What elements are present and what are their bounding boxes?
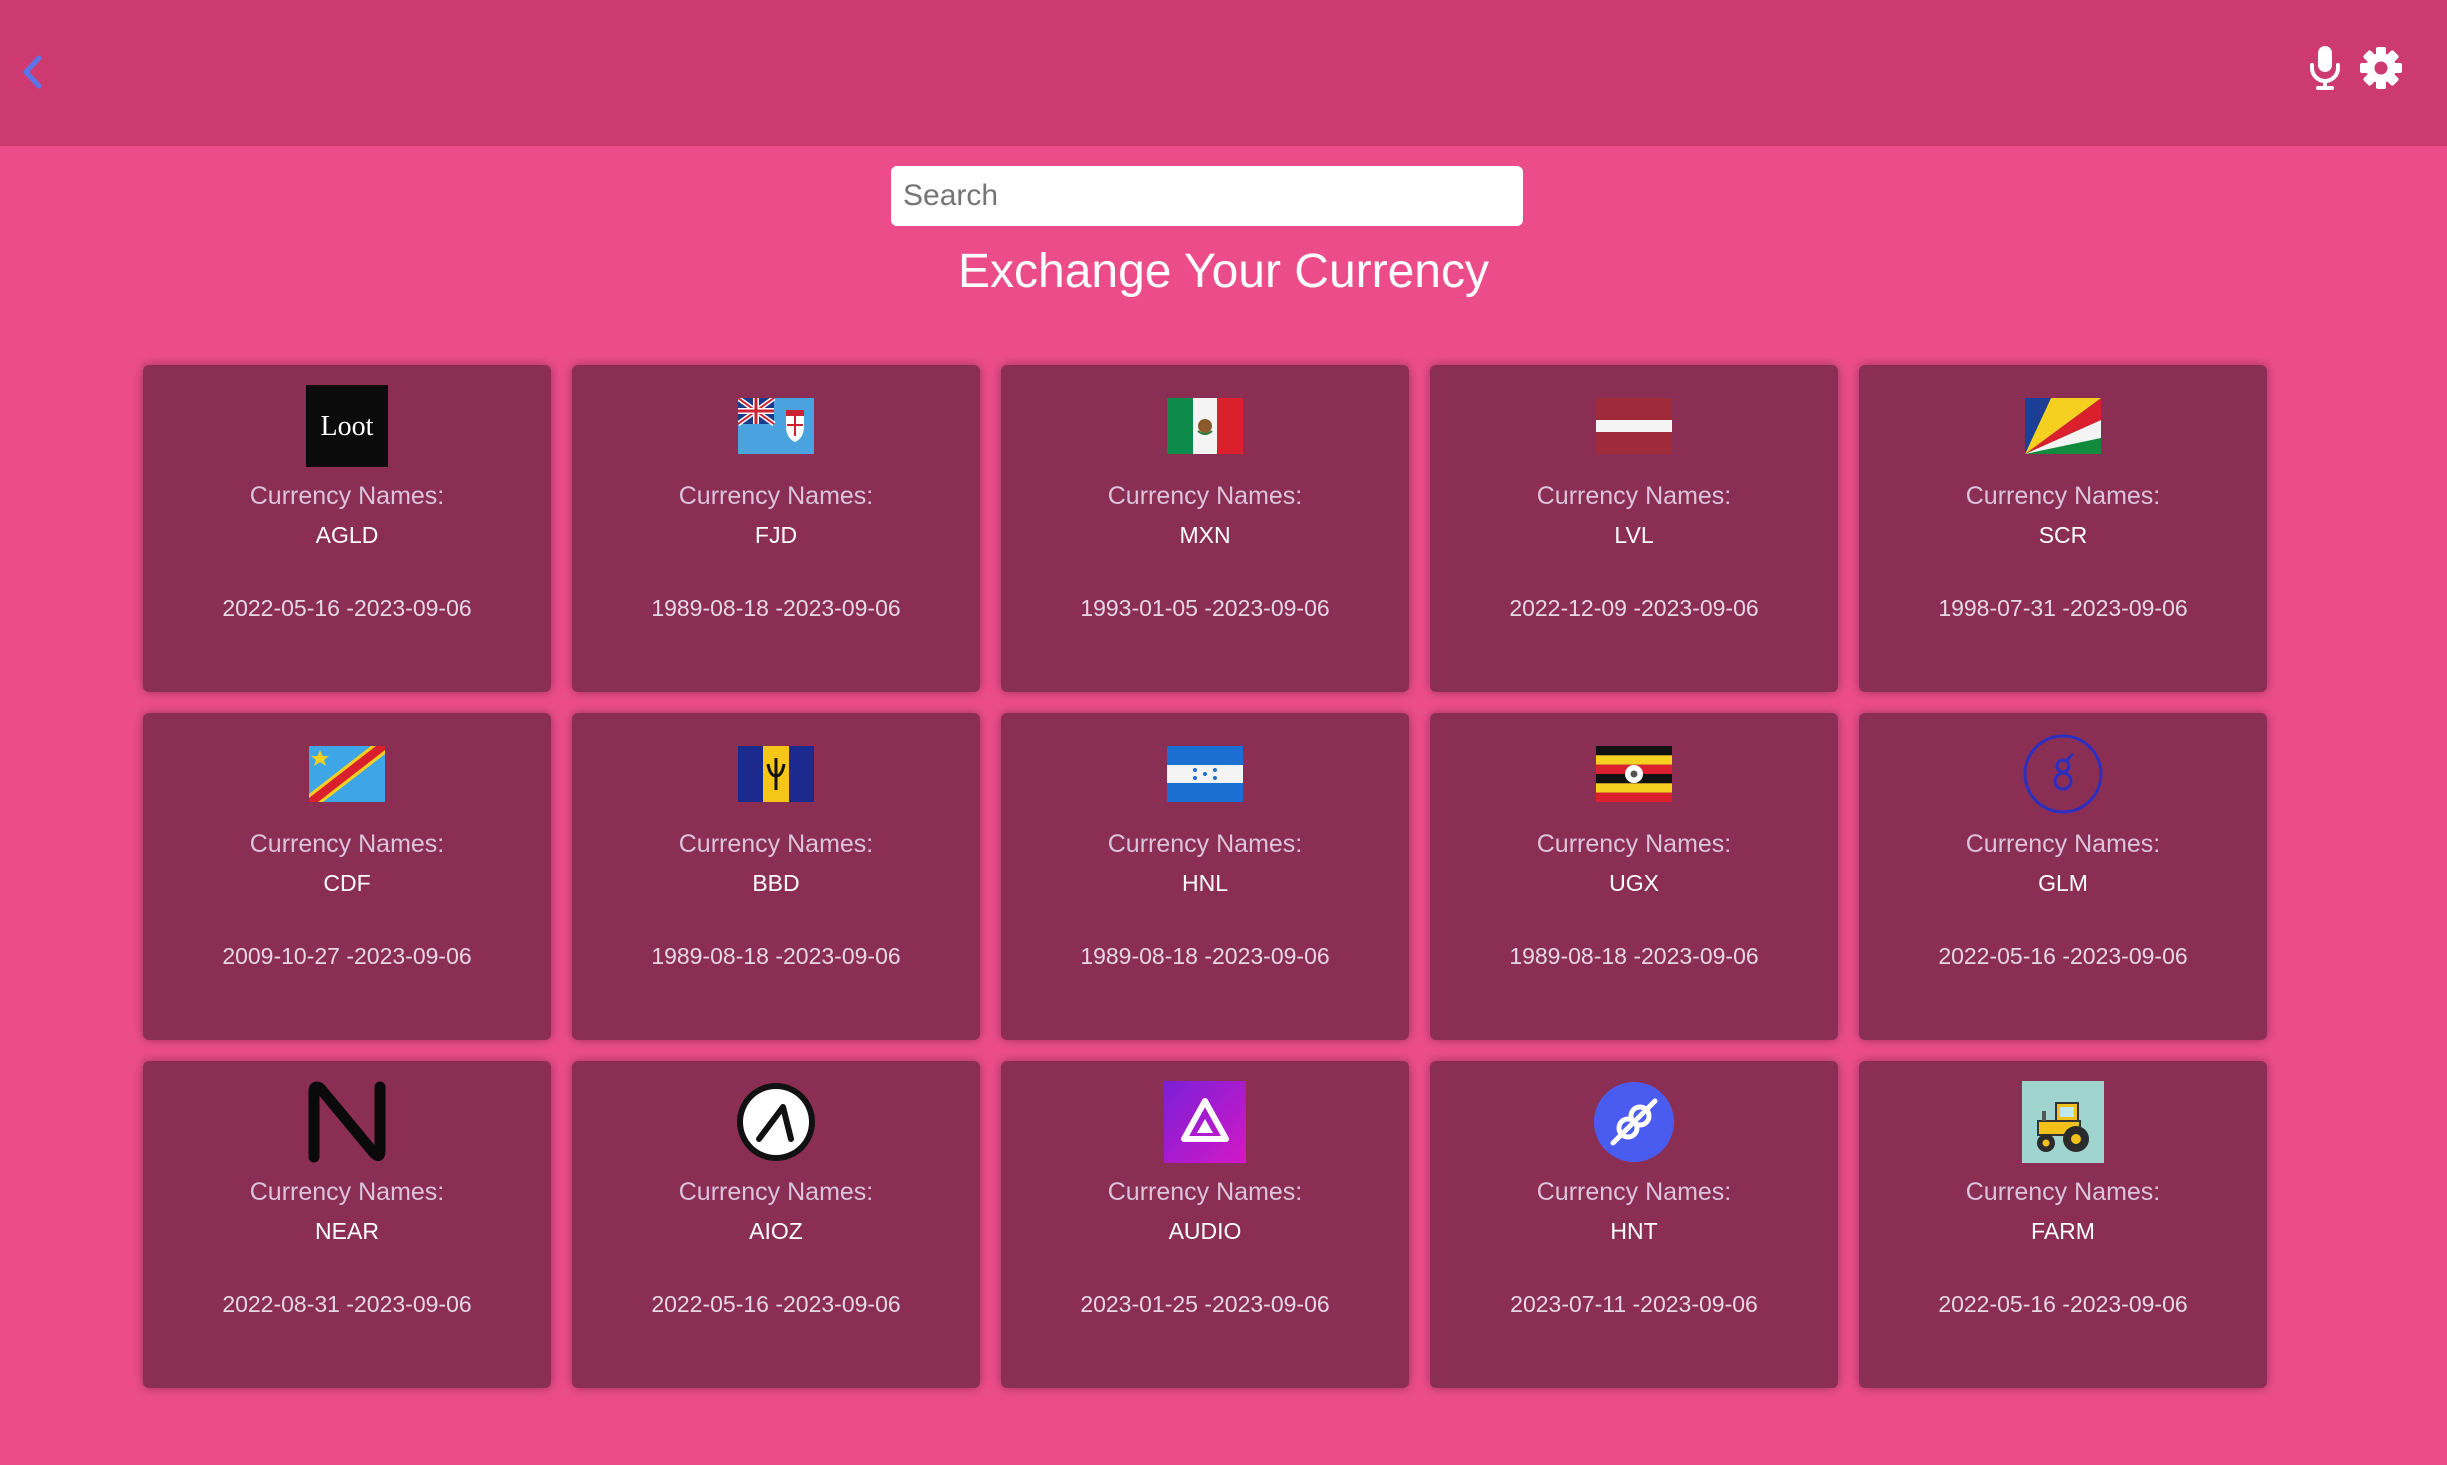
currency-card-hnt[interactable]: Currency Names: HNT 2023-07-11 -2023-09-… [1430,1061,1838,1388]
currency-code: AUDIO [1168,1218,1242,1244]
aioz-logo-icon [734,1080,818,1164]
latvia-flag-icon [1592,384,1676,468]
currency-card-fjd[interactable]: Currency Names: FJD 1989-08-18 -2023-09-… [572,365,980,692]
currency-names-label: Currency Names: [678,830,874,858]
honduras-flag-icon [1163,732,1247,816]
audius-logo-icon [1163,1080,1247,1164]
near-logo-icon [305,1080,389,1164]
currency-code: HNL [1181,870,1228,896]
back-button[interactable] [12,50,52,94]
currency-code: GLM [2038,870,2088,896]
currency-names-label: Currency Names: [1536,1178,1732,1206]
currency-names-label: Currency Names: [249,830,445,858]
currency-date-range: 2022-05-16 -2023-09-06 [1938,943,2188,969]
currency-date-range: 1989-08-18 -2023-09-06 [651,943,901,969]
chevron-left-icon [23,55,42,89]
currency-card-agld[interactable]: Loot Currency Names: AGLD 2022-05-16 -20… [143,365,551,692]
currency-code: LVL [1614,522,1654,548]
currency-code: AGLD [315,522,379,548]
currency-code: UGX [1609,870,1659,896]
currency-code: AIOZ [749,1218,803,1244]
tractor-logo-icon [2021,1080,2105,1164]
currency-code: MXN [1179,522,1231,548]
currency-date-range: 2022-05-16 -2023-09-06 [1938,1291,2188,1317]
currency-code: BBD [752,870,800,896]
currency-card-aioz[interactable]: Currency Names: AIOZ 2022-05-16 -2023-09… [572,1061,980,1388]
currency-names-label: Currency Names: [1107,1178,1303,1206]
currency-names-label: Currency Names: [1536,830,1732,858]
microphone-button[interactable] [2305,44,2345,92]
currency-code: NEAR [315,1218,379,1244]
helium-logo-icon [1592,1080,1676,1164]
mexico-flag-icon [1163,384,1247,468]
settings-button[interactable] [2359,44,2403,92]
currency-names-label: Currency Names: [678,1178,874,1206]
currency-card-audio[interactable]: Currency Names: AUDIO 2023-01-25 -2023-0… [1001,1061,1409,1388]
currency-card-ugx[interactable]: Currency Names: UGX 1989-08-18 -2023-09-… [1430,713,1838,1040]
currency-date-range: 2009-10-27 -2023-09-06 [222,943,472,969]
currency-date-range: 2022-05-16 -2023-09-06 [651,1291,901,1317]
currency-names-label: Currency Names: [1965,482,2161,510]
currency-code: FARM [2031,1218,2095,1244]
currency-names-label: Currency Names: [678,482,874,510]
currency-date-range: 1989-08-18 -2023-09-06 [1509,943,1759,969]
seychelles-flag-icon [2021,384,2105,468]
currency-date-range: 2022-05-16 -2023-09-06 [222,595,472,621]
currency-date-range: 2022-12-09 -2023-09-06 [1509,595,1759,621]
currency-date-range: 2023-07-11 -2023-09-06 [1510,1291,1758,1317]
microphone-icon [2310,46,2340,90]
currency-card-farm[interactable]: Currency Names: FARM 2022-05-16 -2023-09… [1859,1061,2267,1388]
currency-date-range: 1989-08-18 -2023-09-06 [651,595,901,621]
app-header [0,0,2447,146]
currency-names-label: Currency Names: [1107,830,1303,858]
currency-grid: Loot Currency Names: AGLD 2022-05-16 -20… [143,365,2273,1465]
currency-names-label: Currency Names: [249,1178,445,1206]
currency-card-lvl[interactable]: Currency Names: LVL 2022-12-09 -2023-09-… [1430,365,1838,692]
dr-congo-flag-icon [305,732,389,816]
search-input[interactable] [891,166,1523,226]
currency-date-range: 1993-01-05 -2023-09-06 [1080,595,1330,621]
fiji-flag-icon [734,384,818,468]
currency-date-range: 2022-08-31 -2023-09-06 [222,1291,472,1317]
loot-logo: Loot [305,384,389,468]
currency-names-label: Currency Names: [1107,482,1303,510]
currency-card-glm[interactable]: Currency Names: GLM 2022-05-16 -2023-09-… [1859,713,2267,1040]
currency-date-range: 1989-08-18 -2023-09-06 [1080,943,1330,969]
currency-card-cdf[interactable]: Currency Names: CDF 2009-10-27 -2023-09-… [143,713,551,1040]
currency-date-range: 2023-01-25 -2023-09-06 [1080,1291,1330,1317]
currency-card-hnl[interactable]: Currency Names: HNL 1989-08-18 -2023-09-… [1001,713,1409,1040]
currency-code: SCR [2038,522,2088,548]
gear-icon [2360,47,2402,89]
currency-card-bbd[interactable]: Currency Names: BBD 1989-08-18 -2023-09-… [572,713,980,1040]
currency-names-label: Currency Names: [249,482,445,510]
currency-code: FJD [754,522,798,548]
currency-date-range: 1998-07-31 -2023-09-06 [1938,595,2188,621]
currency-card-mxn[interactable]: Currency Names: MXN 1993-01-05 -2023-09-… [1001,365,1409,692]
uganda-flag-icon [1592,732,1676,816]
barbados-flag-icon [734,732,818,816]
currency-card-scr[interactable]: Currency Names: SCR 1998-07-31 -2023-09-… [1859,365,2267,692]
currency-names-label: Currency Names: [1965,830,2161,858]
page-title: Exchange Your Currency [958,245,1489,298]
currency-names-label: Currency Names: [1536,482,1732,510]
currency-card-near[interactable]: Currency Names: NEAR 2022-08-31 -2023-09… [143,1061,551,1388]
currency-names-label: Currency Names: [1965,1178,2161,1206]
currency-code: CDF [323,870,371,896]
golem-logo-icon [2021,732,2105,816]
loot-logo-text: Loot [321,411,374,442]
currency-code: HNT [1610,1218,1658,1244]
